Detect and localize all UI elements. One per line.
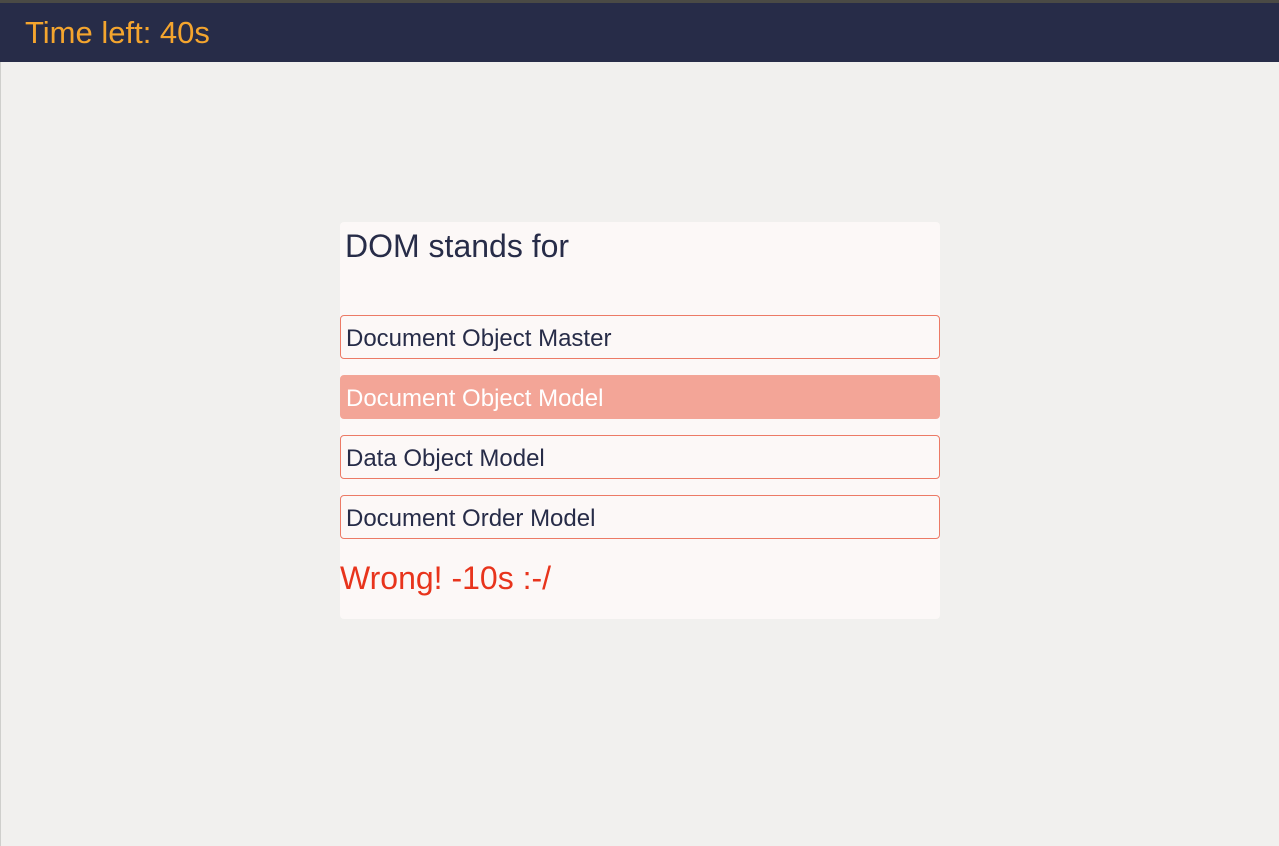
choice-button-3[interactable]: Data Object Model xyxy=(340,435,940,479)
question-text: DOM stands for xyxy=(345,228,570,264)
choice-label: Document Object Master xyxy=(346,325,612,352)
choice-label: Document Order Model xyxy=(346,505,596,532)
page-left-edge xyxy=(0,62,1,846)
choice-label: Data Object Model xyxy=(346,445,545,472)
quiz-card: DOM stands for Document Object Master Do… xyxy=(340,222,940,619)
feedback-message: Wrong! -10s :-/ xyxy=(340,560,552,596)
choice-button-4[interactable]: Document Order Model xyxy=(340,495,940,539)
timer-text: Time left: 40s xyxy=(25,15,210,50)
choice-button-2[interactable]: Document Object Model xyxy=(340,375,940,419)
header-bar: Time left: 40s xyxy=(0,3,1279,62)
choice-label: Document Object Model xyxy=(346,385,604,412)
choice-button-1[interactable]: Document Object Master xyxy=(340,315,940,359)
